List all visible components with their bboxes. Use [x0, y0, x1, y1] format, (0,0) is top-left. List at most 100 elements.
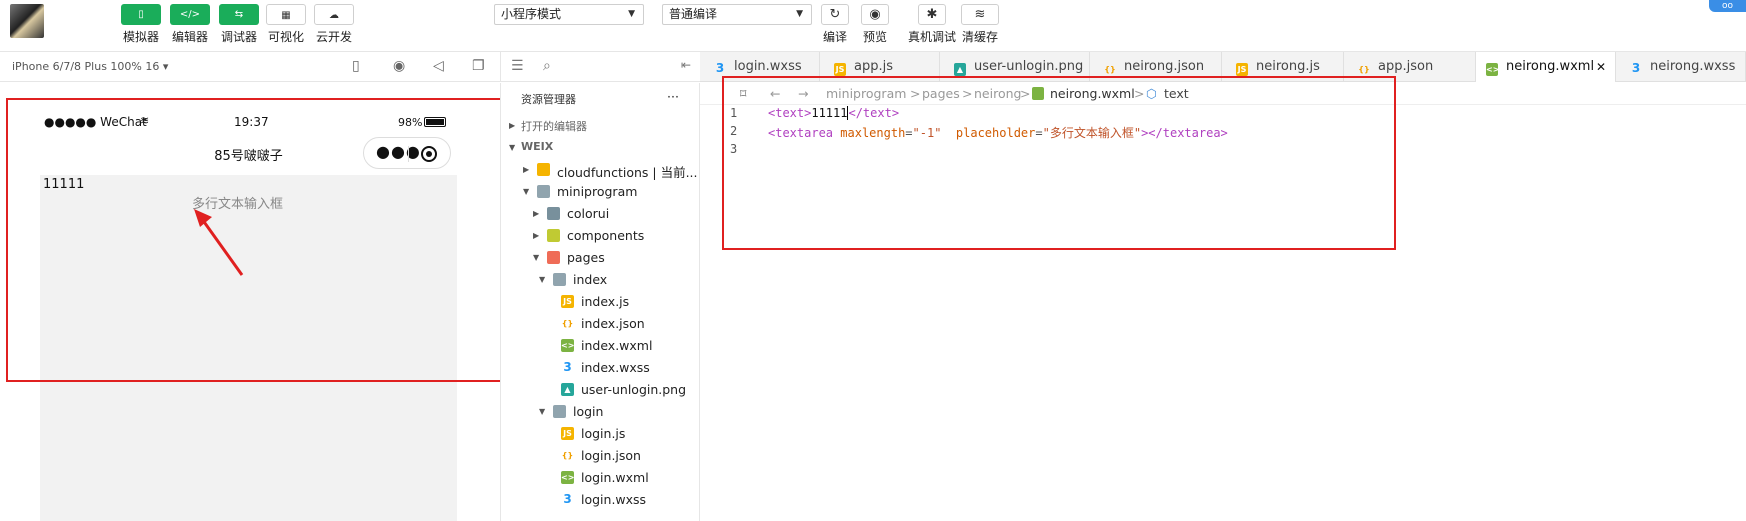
editor-toggle-button[interactable]: </> 编辑器: [163, 4, 217, 45]
clear-cache-button[interactable]: ≋ 清缓存: [956, 4, 1004, 45]
json-file-icon: {}: [1104, 65, 1116, 74]
collapse-panel-icon[interactable]: ⇤: [681, 58, 691, 72]
device-select[interactable]: iPhone 6/7/8 Plus 100% 16 ▾: [12, 60, 168, 73]
compile-button[interactable]: ↻ 编译: [813, 4, 857, 45]
tab-label: neirong.wxml: [1506, 59, 1595, 74]
tree-item[interactable]: ▶ cloudfunctions | 当前...: [501, 160, 699, 180]
tree-item[interactable]: ▼ pages: [501, 248, 699, 268]
cloud-icon: ☁: [314, 4, 354, 25]
tree-item-label: components: [567, 228, 645, 243]
phone-icon[interactable]: ▯: [352, 58, 360, 74]
tab-label: neirong.wxss: [1650, 59, 1736, 74]
preview-label: 预览: [862, 30, 887, 44]
window-icon[interactable]: ❐: [472, 58, 485, 74]
annotation-box-simulator: [6, 98, 566, 382]
file-explorer: 资源管理器 ··· ▶ 打开的编辑器 ▼ WEIX ▶ cloudfunctio…: [500, 83, 700, 521]
simulator-header: iPhone 6/7/8 Plus 100% 16 ▾ ▯ ◉ ◁ ❐: [0, 52, 500, 82]
js-file-icon: JS: [1236, 63, 1248, 76]
tree-item[interactable]: ▼ login: [501, 402, 699, 422]
mode-select-value: 小程序模式: [501, 7, 562, 21]
tree-item[interactable]: ▲ user-unlogin.png: [501, 380, 699, 400]
chevron-right-icon: ▶: [509, 121, 516, 130]
top-toolbar: ▯ 模拟器 </> 编辑器 ⇆ 调试器 ▦ 可视化 ☁ 云开发 小程序模式 ▼ …: [0, 0, 1746, 52]
wxml-file-icon: <>: [1486, 63, 1500, 76]
root-label: WEIX: [521, 140, 554, 153]
tree-item[interactable]: ▼ index: [501, 270, 699, 290]
search-icon[interactable]: ⌕: [543, 58, 551, 74]
code-icon: </>: [170, 4, 210, 25]
debugger-toggle-button[interactable]: ⇆ 调试器: [212, 4, 266, 45]
list-icon[interactable]: ☰: [511, 58, 524, 74]
tab-neirong-wxml[interactable]: <> neirong.wxml ✕: [1476, 52, 1616, 82]
corner-badge[interactable]: oo: [1709, 0, 1746, 12]
tab-neirong-wxss[interactable]: 3 neirong.wxss: [1616, 52, 1746, 82]
tab-label: app.js: [854, 59, 893, 74]
more-icon[interactable]: ···: [667, 89, 679, 104]
tree-item-label: cloudfunctions | 当前...: [557, 165, 698, 180]
tree-item[interactable]: {} index.json: [501, 314, 699, 334]
tree-item[interactable]: ▶ components: [501, 226, 699, 246]
refresh-icon: ↻: [821, 4, 849, 25]
close-icon[interactable]: ✕: [1596, 52, 1606, 82]
folder-open-icon: [537, 185, 550, 198]
annotation-box-code: [722, 76, 1396, 250]
explorer-title-row: 资源管理器 ···: [501, 89, 699, 109]
mode-select[interactable]: 小程序模式 ▼: [494, 4, 644, 25]
clear-cache-label: 清缓存: [961, 30, 998, 44]
tree-item-label: login: [573, 404, 604, 419]
record-icon[interactable]: ◉: [393, 58, 405, 74]
tree-item[interactable]: <> index.wxml: [501, 336, 699, 356]
components-folder-icon: [547, 229, 560, 242]
tree-item[interactable]: 3 index.wxss: [501, 358, 699, 378]
tree-item[interactable]: {} login.json: [501, 446, 699, 466]
tab-label: neirong.js: [1256, 59, 1320, 74]
tree-item[interactable]: JS login.js: [501, 424, 699, 444]
cloud-folder-icon: [537, 163, 550, 176]
tree-item[interactable]: JS index.js: [501, 292, 699, 312]
json-file-icon: {}: [561, 319, 574, 328]
image-file-icon: ▲: [954, 63, 966, 76]
cloud-dev-button[interactable]: ☁ 云开发: [307, 4, 361, 45]
json-file-icon: {}: [1358, 65, 1370, 74]
phone-icon: ▯: [121, 4, 161, 25]
chevron-down-icon: ▼: [509, 143, 516, 152]
compile-select[interactable]: 普通编译 ▼: [662, 4, 812, 25]
wxml-file-icon: <>: [561, 471, 575, 484]
tree-item-label: index.json: [581, 316, 645, 331]
tree-item-label: index.js: [581, 294, 630, 309]
wxml-file-icon: <>: [561, 339, 575, 352]
folder-open-icon: [553, 273, 566, 286]
tab-label: app.json: [1378, 59, 1434, 74]
preview-button[interactable]: ◉ 预览: [853, 4, 897, 45]
root-section[interactable]: ▼ WEIX: [501, 138, 699, 158]
wxss-file-icon: 3: [715, 61, 725, 75]
tree-item-label: index.wxss: [581, 360, 650, 375]
pages-folder-icon: [547, 251, 560, 264]
json-file-icon: {}: [561, 451, 574, 460]
tree-item[interactable]: <> login.wxml: [501, 468, 699, 488]
tree-item-label: miniprogram: [557, 184, 638, 199]
js-file-icon: JS: [834, 63, 846, 76]
folder-icon: [547, 207, 560, 220]
compile-select-value: 普通编译: [669, 7, 718, 21]
caret-down-icon: ▼: [796, 9, 803, 19]
layout-grid-icon: ▦: [266, 4, 306, 25]
open-editors-label: 打开的编辑器: [521, 120, 587, 133]
eye-icon: ◉: [861, 4, 889, 25]
simulator-toggle-button[interactable]: ▯ 模拟器: [114, 4, 168, 45]
debug-arrows-icon: ⇆: [219, 4, 259, 25]
open-editors-section[interactable]: ▶ 打开的编辑器: [501, 116, 699, 136]
tree-item-label: pages: [567, 250, 605, 265]
visual-button[interactable]: ▦ 可视化: [259, 4, 313, 45]
explorer-toolbar: ☰ ⌕ ⇤: [500, 52, 700, 82]
user-avatar[interactable]: [10, 4, 44, 38]
tree-item[interactable]: 3 login.wxss: [501, 490, 699, 510]
device-debug-button[interactable]: ✱ 真机调试: [904, 4, 960, 45]
caret-down-icon: ▼: [628, 9, 635, 19]
tree-item[interactable]: ▼ miniprogram: [501, 182, 699, 202]
tree-item-label: index: [573, 272, 608, 287]
volume-icon[interactable]: ◁: [433, 58, 444, 74]
explorer-title: 资源管理器: [521, 93, 576, 106]
image-file-icon: ▲: [561, 383, 574, 396]
tree-item[interactable]: ▶ colorui: [501, 204, 699, 224]
